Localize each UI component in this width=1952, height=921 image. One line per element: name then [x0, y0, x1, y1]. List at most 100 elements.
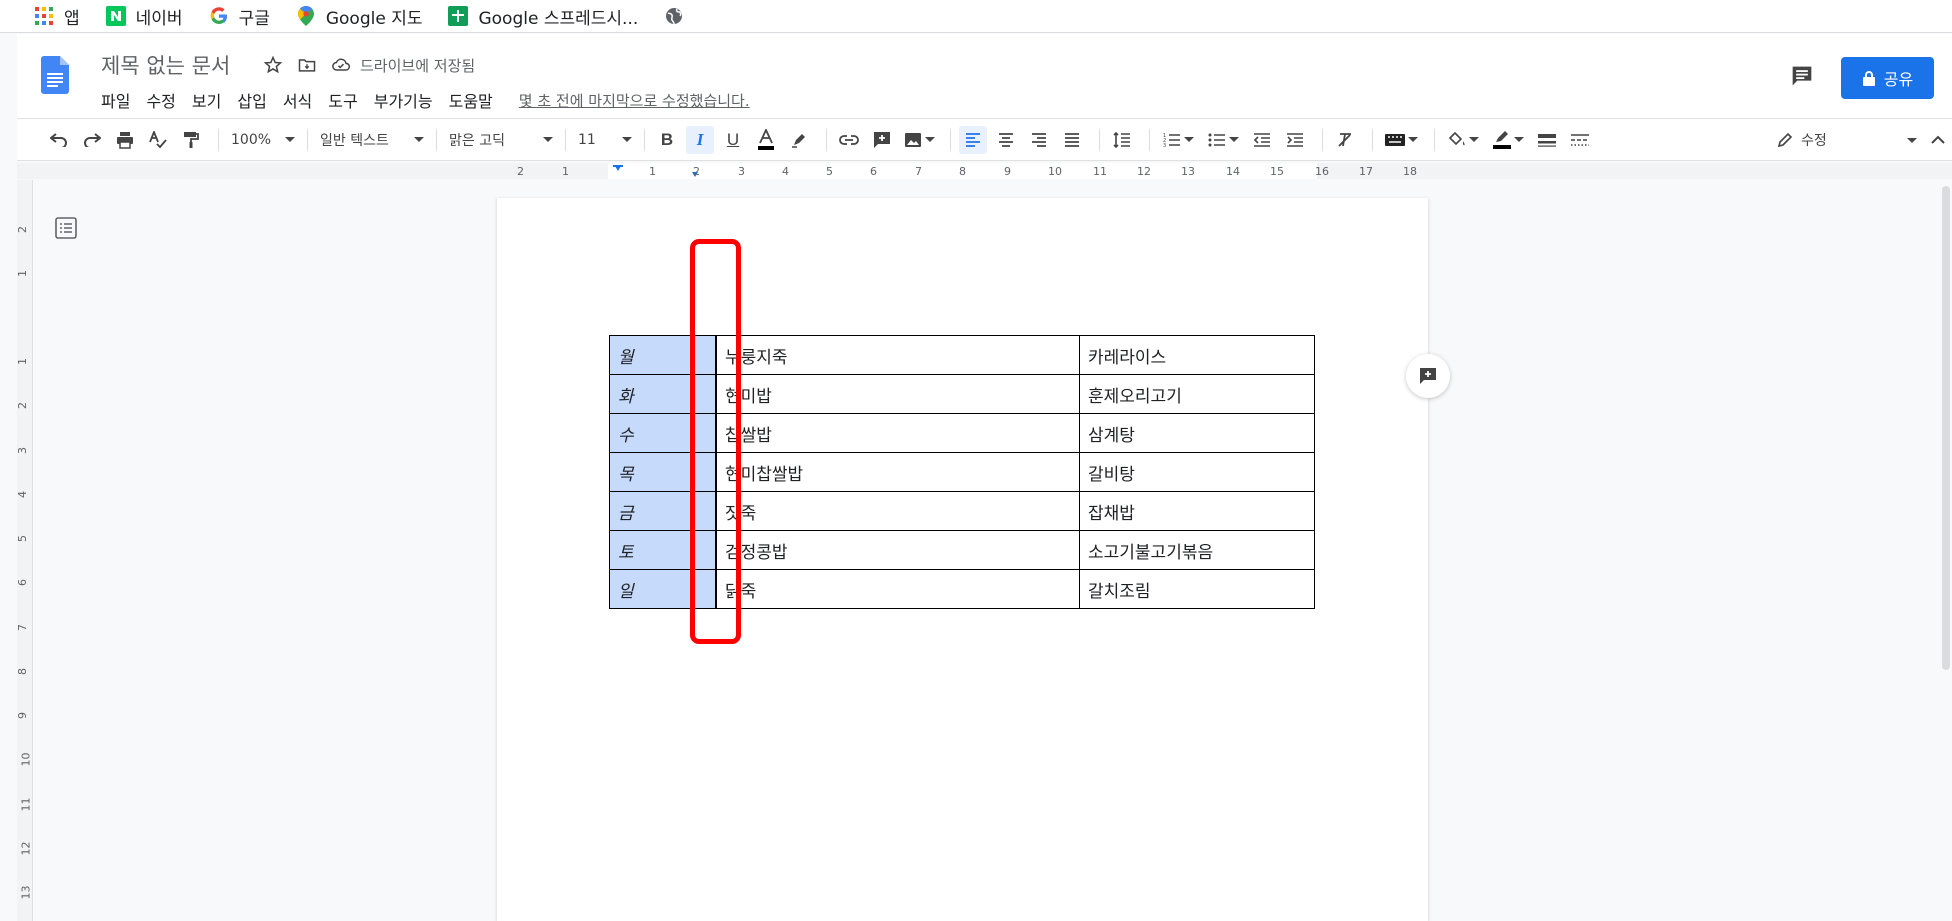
google-docs-icon[interactable]: [41, 56, 69, 98]
add-comment-icon[interactable]: [868, 126, 896, 154]
link-icon[interactable]: [835, 126, 863, 154]
lunch-cell[interactable]: 누룽지죽: [716, 335, 1080, 375]
bookmark-naver[interactable]: 네이버: [105, 0, 183, 33]
day-cell[interactable]: 월: [609, 335, 716, 375]
vertical-scrollbar[interactable]: [1940, 180, 1952, 921]
chevron-down-icon: [1183, 137, 1194, 142]
lunch-cell[interactable]: 현미밥: [716, 374, 1080, 414]
last-edit-link[interactable]: 몇 초 전에 마지막으로 수정했습니다.: [519, 90, 750, 111]
bookmark-apps[interactable]: 앱: [34, 0, 80, 33]
font-size-select[interactable]: 11: [574, 126, 636, 154]
text-color-icon[interactable]: [752, 126, 780, 154]
increase-indent-icon[interactable]: [1281, 126, 1309, 154]
menu-edit[interactable]: 수정: [146, 88, 175, 112]
chevron-down-icon: [414, 137, 424, 142]
zoom-select[interactable]: 100%: [227, 126, 299, 154]
dinner-cell[interactable]: 소고기불고기볶음: [1079, 530, 1315, 570]
bulleted-list-icon[interactable]: [1203, 126, 1243, 154]
star-icon[interactable]: [262, 54, 284, 76]
add-comment-button[interactable]: [1406, 354, 1450, 398]
comment-history-button[interactable]: [1788, 62, 1818, 92]
ruler-tick-label: 6: [16, 579, 29, 586]
ruler-tick-label: 15: [1270, 165, 1284, 178]
cloud-saved-icon[interactable]: [330, 54, 352, 76]
bookmark-google-sheets[interactable]: Google 스프레드시...: [448, 0, 638, 33]
border-color-icon[interactable]: [1488, 126, 1528, 154]
align-right-icon[interactable]: [1025, 126, 1053, 154]
menu-view[interactable]: 보기: [192, 88, 221, 112]
border-width-icon[interactable]: [1533, 126, 1561, 154]
ruler-tick-label: 5: [826, 165, 833, 178]
day-cell[interactable]: 화: [609, 374, 716, 414]
editing-mode-select[interactable]: 수정: [1777, 125, 1917, 155]
dinner-cell[interactable]: 카레라이스: [1079, 335, 1315, 375]
menu-file[interactable]: 파일: [101, 88, 130, 112]
line-spacing-icon[interactable]: [1108, 126, 1136, 154]
print-icon[interactable]: [111, 126, 139, 154]
paragraph-style-select[interactable]: 일반 텍스트: [316, 126, 428, 154]
underline-icon[interactable]: U: [719, 126, 747, 154]
chevron-down-icon: [924, 137, 935, 142]
formatting-toolbar: 100% 일반 텍스트 맑은 고딕 11 B I U 123 수정: [17, 118, 1952, 161]
undo-icon[interactable]: [45, 126, 73, 154]
lunch-cell[interactable]: 현미찹쌀밥: [716, 452, 1080, 492]
share-button[interactable]: 공유: [1841, 57, 1934, 99]
decrease-indent-icon[interactable]: [1248, 126, 1276, 154]
day-cell[interactable]: 목: [609, 452, 716, 492]
menu-insert[interactable]: 삽입: [237, 88, 266, 112]
bookmark-globe[interactable]: [664, 0, 694, 33]
redo-icon[interactable]: [78, 126, 106, 154]
zoom-value: 100%: [231, 131, 272, 148]
align-left-icon[interactable]: [959, 125, 987, 154]
align-justify-icon[interactable]: [1058, 126, 1086, 154]
day-cell[interactable]: 금: [609, 491, 716, 531]
font-select[interactable]: 맑은 고딕: [445, 126, 557, 154]
ruler-tick-label: 4: [782, 165, 789, 178]
menu-addons[interactable]: 부가기능: [374, 88, 433, 112]
lunch-cell[interactable]: 닭죽: [716, 569, 1080, 609]
ruler-tick-label: 1: [562, 165, 569, 178]
collapse-menu-button[interactable]: [1927, 128, 1949, 150]
document-title[interactable]: 제목 없는 문서: [101, 50, 230, 80]
dinner-cell[interactable]: 잡채밥: [1079, 491, 1315, 531]
menu-help[interactable]: 도움말: [449, 88, 493, 112]
insert-image-icon[interactable]: [901, 126, 937, 154]
toolbar-divider: [218, 128, 219, 151]
ruler-tick-label: 7: [915, 165, 922, 178]
ruler-tick-label: 1: [16, 270, 29, 277]
align-center-icon[interactable]: [992, 126, 1020, 154]
move-folder-icon[interactable]: [296, 54, 318, 76]
input-tools-icon[interactable]: [1381, 126, 1421, 154]
font-size-value: 11: [578, 131, 596, 148]
paint-format-icon[interactable]: [177, 126, 205, 154]
ruler-tick-label: 8: [959, 165, 966, 178]
numbered-list-icon[interactable]: 123: [1158, 126, 1198, 154]
italic-icon[interactable]: I: [686, 125, 714, 154]
dinner-cell[interactable]: 갈치조림: [1079, 569, 1315, 609]
highlight-color-icon[interactable]: [785, 126, 813, 154]
clear-formatting-icon[interactable]: [1331, 126, 1359, 154]
scrollbar-thumb[interactable]: [1942, 186, 1950, 670]
bookmark-google[interactable]: 구글: [209, 0, 270, 33]
day-cell[interactable]: 수: [609, 413, 716, 453]
day-cell[interactable]: 일: [609, 569, 716, 609]
table-row: 토 검정콩밥 소고기불고기볶음: [609, 530, 1315, 570]
vertical-ruler[interactable]: 2 1 1 2 3 4 5 6 7 8 9 10 11 12 13: [16, 180, 33, 921]
fill-color-icon[interactable]: [1443, 126, 1483, 154]
menu-format[interactable]: 서식: [283, 88, 312, 112]
document-outline-icon[interactable]: [55, 217, 77, 239]
lunch-cell[interactable]: 검정콩밥: [716, 530, 1080, 570]
menu-tools[interactable]: 도구: [328, 88, 357, 112]
day-cell[interactable]: 토: [609, 530, 716, 570]
meal-table[interactable]: 월 누룽지죽 카레라이스화 현미밥 훈제오리고기수 찹쌀밥 삼계탕목 현미찹쌀밥 갈비탕금 잣죽 잡…: [609, 335, 1315, 609]
dinner-cell[interactable]: 삼계탕: [1079, 413, 1315, 453]
bold-icon[interactable]: B: [653, 126, 681, 154]
lunch-cell[interactable]: 잣죽: [716, 491, 1080, 531]
dinner-cell[interactable]: 훈제오리고기: [1079, 374, 1315, 414]
title-actions: 드라이브에 저장됨: [262, 54, 475, 76]
border-dash-icon[interactable]: [1566, 126, 1594, 154]
dinner-cell[interactable]: 갈비탕: [1079, 452, 1315, 492]
lunch-cell[interactable]: 찹쌀밥: [716, 413, 1080, 453]
bookmark-google-maps[interactable]: Google 지도: [296, 0, 422, 33]
spellcheck-icon[interactable]: [144, 126, 172, 154]
